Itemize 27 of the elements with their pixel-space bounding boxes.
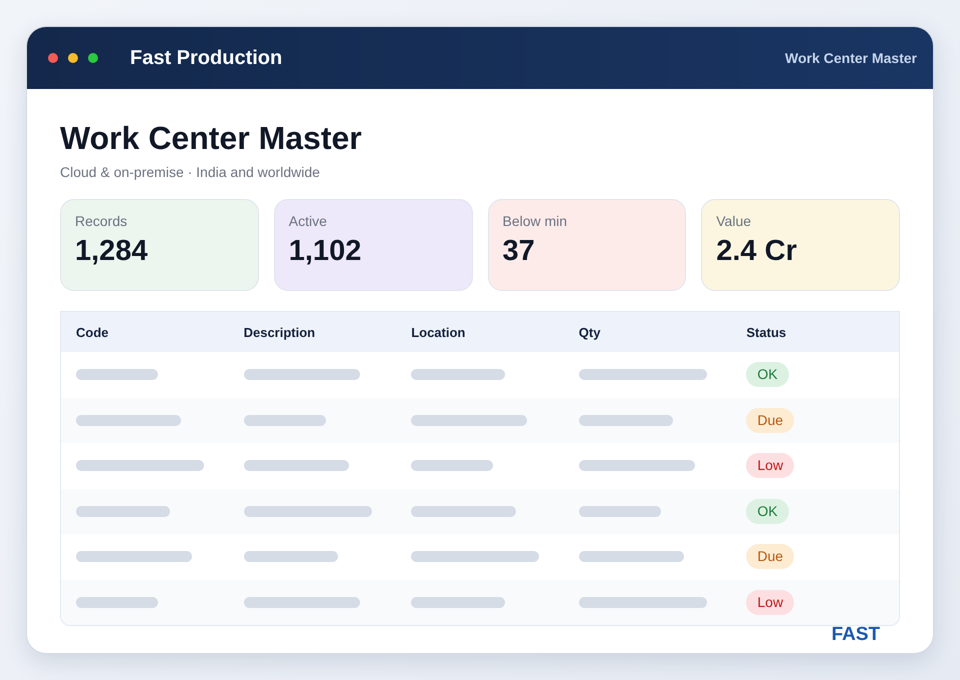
column-header: Status (746, 324, 786, 340)
brand-logo: FAST (831, 624, 880, 646)
minimize-icon[interactable] (68, 53, 78, 63)
stat-label: Active (288, 212, 327, 230)
status-badge: Due (746, 408, 794, 433)
page-heading: Work Center Master (60, 119, 363, 157)
status-badge: Due (746, 544, 794, 570)
maximize-icon[interactable] (88, 53, 98, 63)
section-title: Work Center Master (784, 50, 917, 66)
page-subtitle: Cloud & on-premise · India and worldwide (60, 163, 321, 181)
column-header: Code (76, 324, 108, 340)
stat-label: Records (75, 212, 128, 230)
stat-label: Value (716, 212, 752, 230)
column-header: Description (244, 324, 316, 340)
stat-value: 2.4 Cr (716, 234, 797, 268)
close-icon[interactable] (48, 53, 58, 63)
stat-value: 1,284 (75, 234, 148, 268)
column-header: Qty (578, 324, 600, 340)
status-badge: Low (746, 453, 794, 478)
stat-value: 1,102 (288, 234, 362, 268)
stat-value: 37 (502, 234, 535, 268)
stat-label: Below min (502, 212, 568, 230)
window-title: Fast Production (130, 46, 282, 70)
status-badge: OK (746, 498, 789, 524)
status-badge: OK (746, 362, 789, 388)
status-badge: Low (746, 590, 794, 615)
column-header: Location (411, 324, 466, 340)
